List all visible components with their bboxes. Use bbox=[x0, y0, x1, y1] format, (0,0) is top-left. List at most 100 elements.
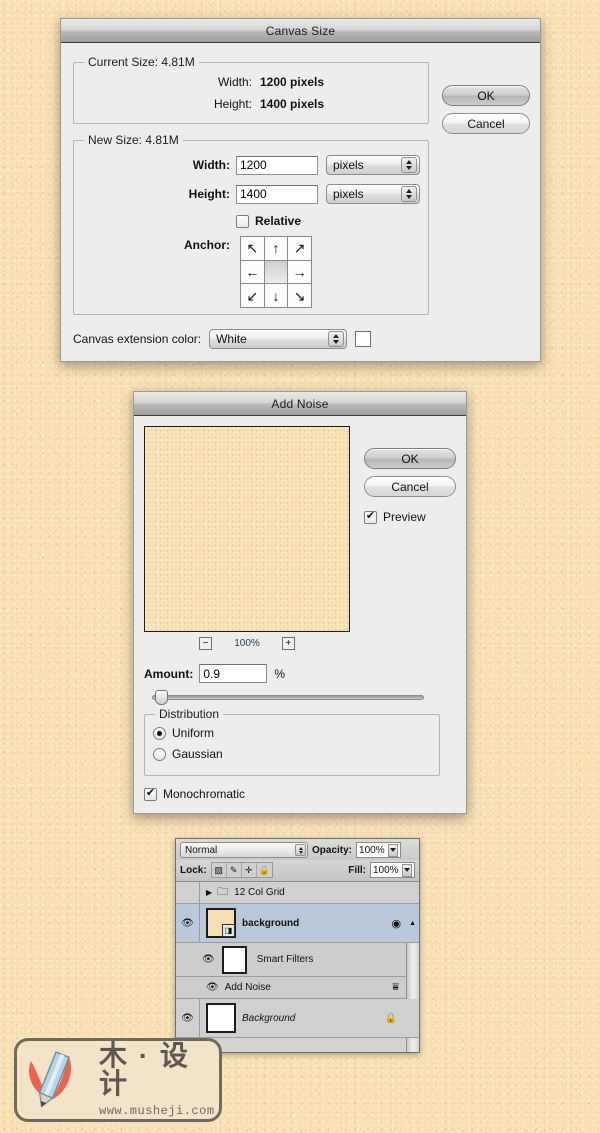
new-width-input[interactable] bbox=[236, 155, 318, 175]
opacity-dropdown-icon[interactable] bbox=[387, 843, 399, 857]
extension-color-select[interactable]: White bbox=[209, 329, 348, 349]
distribution-label-uniform: Uniform bbox=[172, 726, 215, 740]
current-width-value: 1200 pixels bbox=[260, 75, 325, 89]
canvas-size-titlebar[interactable]: Canvas Size bbox=[61, 19, 540, 43]
zoom-level: 100% bbox=[234, 638, 260, 649]
visibility-toggle-group[interactable] bbox=[176, 882, 200, 903]
blend-mode-select[interactable]: Normal bbox=[180, 842, 308, 858]
add-noise-title: Add Noise bbox=[271, 396, 329, 411]
layer-row-background[interactable]: 👁 Background 🔒 bbox=[176, 999, 419, 1038]
amount-input[interactable] bbox=[199, 664, 268, 683]
pixels-lock-icon[interactable]: ✎ bbox=[226, 863, 242, 877]
anchor-cell-bottom[interactable]: ↓ bbox=[264, 284, 288, 307]
layer-row-background-smart[interactable]: 👁 ◨ background ◉ ▲ bbox=[176, 904, 419, 943]
filter-blending-options-icon[interactable]: ⩸ bbox=[392, 981, 399, 994]
all-lock-icon[interactable]: 🔒 bbox=[256, 863, 272, 877]
layer-thumbnail-background-smart[interactable]: ◨ bbox=[206, 908, 236, 938]
visibility-toggle-add-noise[interactable]: 👁 bbox=[206, 982, 219, 993]
noise-preview[interactable] bbox=[144, 426, 350, 632]
watermark-logo-icon bbox=[23, 1047, 97, 1113]
new-size-legend: New Size: 4.81M bbox=[84, 133, 183, 147]
visibility-toggle-background[interactable]: 👁 bbox=[176, 999, 200, 1037]
new-height-unit-select[interactable]: pixels bbox=[326, 184, 420, 204]
opacity-value: 100% bbox=[359, 844, 385, 856]
add-noise-cancel-button[interactable]: Cancel bbox=[364, 476, 456, 497]
preview-label: Preview bbox=[383, 510, 426, 524]
current-width-label: Width: bbox=[217, 75, 252, 89]
monochromatic-label: Monochromatic bbox=[163, 787, 246, 801]
extension-color-swatch[interactable] bbox=[355, 331, 372, 347]
anchor-cell-top-left[interactable]: ↖ bbox=[241, 237, 264, 260]
anchor-cell-left[interactable]: ← bbox=[241, 260, 264, 284]
layer-row-smart-filters[interactable]: 👁 Smart Filters bbox=[176, 943, 419, 977]
new-height-input[interactable] bbox=[236, 184, 318, 204]
layer-thumbnail-background[interactable] bbox=[206, 1003, 236, 1033]
zoom-out-button[interactable]: − bbox=[199, 637, 213, 650]
blend-mode-value: Normal bbox=[185, 844, 218, 856]
anchor-grid[interactable]: ↖ ↑ ↗ ← → ↙ ↓ ↘ bbox=[240, 236, 312, 308]
visibility-toggle-background-smart[interactable]: 👁 bbox=[176, 904, 200, 942]
add-noise-ok-button[interactable]: OK bbox=[364, 448, 456, 469]
relative-checkbox[interactable] bbox=[236, 214, 249, 228]
relative-label: Relative bbox=[255, 214, 302, 228]
add-noise-cancel-label: Cancel bbox=[391, 479, 429, 494]
smart-filter-mask-thumbnail[interactable] bbox=[221, 945, 247, 974]
scroll-up-arrow-icon[interactable]: ▲ bbox=[409, 920, 416, 927]
extension-color-stepper-icon[interactable] bbox=[328, 331, 345, 347]
canvas-size-ok-label: OK bbox=[477, 88, 495, 103]
layers-lock-row: Lock: ▨ ✎ ✛ 🔒 Fill: 100% bbox=[176, 860, 419, 882]
canvas-size-ok-button[interactable]: OK bbox=[442, 85, 530, 106]
fill-dropdown-icon[interactable] bbox=[401, 863, 412, 877]
add-noise-titlebar[interactable]: Add Noise bbox=[134, 392, 466, 416]
amount-label: Amount: bbox=[144, 666, 194, 681]
lock-label: Lock: bbox=[180, 864, 207, 876]
layer-row-group[interactable]: ▶ 🗀 12 Col Grid bbox=[176, 882, 419, 904]
canvas-size-dialog: Canvas Size OK Cancel Current Size: 4.81… bbox=[60, 18, 541, 362]
monochromatic-checkbox[interactable] bbox=[144, 787, 157, 801]
add-noise-ok-label: OK bbox=[401, 451, 419, 466]
layers-blend-row: Normal Opacity: 100% bbox=[176, 839, 419, 860]
amount-slider-thumb[interactable] bbox=[155, 690, 168, 705]
new-width-unit-select[interactable]: pixels bbox=[326, 155, 420, 175]
distribution-radio-uniform[interactable] bbox=[153, 726, 166, 740]
fill-field[interactable]: 100% bbox=[370, 862, 415, 878]
opacity-field[interactable]: 100% bbox=[356, 842, 402, 858]
transparency-lock-icon[interactable]: ▨ bbox=[211, 863, 227, 877]
add-noise-dialog: Add Noise − 100% + OK Cancel ✔ Preview A… bbox=[133, 391, 467, 814]
new-width-label: Width: bbox=[192, 158, 230, 172]
watermark: 木 · 设计 www.musheji.com bbox=[14, 1038, 222, 1122]
amount-slider[interactable] bbox=[152, 690, 424, 705]
canvas-size-cancel-label: Cancel bbox=[467, 116, 505, 131]
layer-row-add-noise[interactable]: 👁 Add Noise ⩸ bbox=[176, 977, 419, 999]
watermark-url: www.musheji.com bbox=[99, 1104, 215, 1118]
anchor-cell-bottom-right[interactable]: ↘ bbox=[288, 284, 311, 307]
anchor-label: Anchor: bbox=[184, 238, 230, 252]
anchor-cell-center[interactable] bbox=[264, 260, 288, 284]
position-lock-icon[interactable]: ✛ bbox=[241, 863, 257, 877]
current-size-group: Current Size: 4.81M Width: 1200 pixels H… bbox=[73, 55, 429, 124]
anchor-cell-bottom-left[interactable]: ↙ bbox=[241, 284, 264, 307]
zoom-in-icon: + bbox=[285, 637, 292, 649]
layer-name-smart-filters: Smart Filters bbox=[256, 954, 314, 965]
zoom-out-icon: − bbox=[202, 637, 209, 649]
lock-buttons: ▨ ✎ ✛ 🔒 bbox=[210, 862, 273, 878]
distribution-group: Distribution Uniform Gaussian bbox=[144, 707, 440, 776]
distribution-radio-gaussian[interactable] bbox=[153, 747, 166, 761]
anchor-cell-top-right[interactable]: ↗ bbox=[288, 237, 311, 260]
current-height-value: 1400 pixels bbox=[260, 97, 325, 111]
watermark-chinese-text: 木 · 设计 bbox=[99, 1040, 190, 1099]
layer-name-group: 12 Col Grid bbox=[234, 887, 285, 898]
visibility-toggle-smart-filters[interactable]: 👁 bbox=[202, 954, 215, 965]
zoom-in-button[interactable]: + bbox=[281, 637, 295, 650]
preview-checkbox[interactable] bbox=[364, 510, 377, 524]
fill-label: Fill: bbox=[348, 864, 366, 876]
layer-name-add-noise: Add Noise bbox=[224, 982, 271, 993]
new-width-unit-stepper-icon[interactable] bbox=[401, 157, 417, 173]
canvas-size-cancel-button[interactable]: Cancel bbox=[442, 113, 530, 134]
new-height-unit-stepper-icon[interactable] bbox=[401, 186, 417, 202]
current-height-label: Height: bbox=[213, 97, 252, 111]
disclosure-triangle-icon[interactable]: ▶ bbox=[206, 888, 212, 897]
blend-mode-stepper-icon[interactable] bbox=[295, 844, 306, 856]
anchor-cell-right[interactable]: → bbox=[288, 260, 311, 284]
anchor-cell-top[interactable]: ↑ bbox=[264, 237, 288, 260]
